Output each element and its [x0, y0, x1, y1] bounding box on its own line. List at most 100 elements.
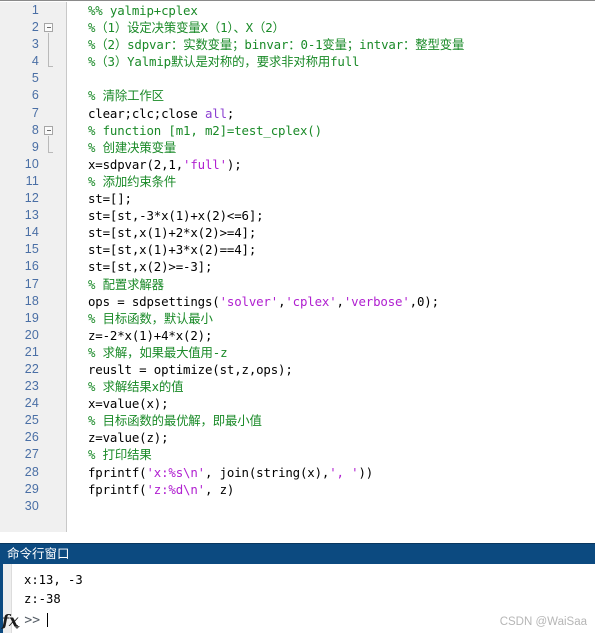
- code-line[interactable]: %（2）sdpvar：实数变量；binvar：0-1变量；intvar：整型变量: [67, 36, 595, 53]
- code-token: % function [m1, m2]=test_cplex(): [88, 122, 322, 138]
- chevron-down-icon[interactable]: [14, 625, 21, 629]
- code-token: % 求解，如果最大值用-z: [88, 344, 228, 360]
- line-number-row: 15: [0, 241, 66, 258]
- code-line[interactable]: st=[st,x(2)>=-3];: [67, 258, 595, 275]
- line-number: 14: [24, 225, 39, 240]
- code-line[interactable]: %% yalmip+cplex: [67, 2, 595, 19]
- code-token: x=sdpvar(2,1,: [88, 156, 184, 172]
- code-line[interactable]: %（3）Yalmip默认是对称的，要求非对称用full: [67, 53, 595, 70]
- code-line[interactable]: [67, 498, 595, 515]
- line-number: 24: [24, 396, 39, 411]
- code-line[interactable]: x=sdpvar(2,1,'full');: [67, 156, 595, 173]
- line-number-gutter[interactable]: 1 2 3 4 5 6 7 8 9 10 11 12 13 14 15 16 17 18 19 20 21 22 23 24 2…: [0, 2, 67, 532]
- line-number: 17: [24, 276, 39, 291]
- code-token: reuslt = optimize(st,z,ops);: [88, 361, 293, 377]
- line-number: 23: [24, 379, 39, 394]
- line-number-row: 8: [0, 122, 66, 139]
- code-text-area[interactable]: %% yalmip+cplex %（1）设定决策变量X（1）、X（2） %（2）sd…: [67, 2, 595, 532]
- line-number: 30: [24, 498, 39, 513]
- command-prompt-row[interactable]: fx >>: [2, 609, 49, 631]
- line-number: 7: [31, 105, 39, 120]
- line-number-row: 29: [0, 481, 66, 498]
- code-line[interactable]: st=[st,x(1)+3*x(2)==4];: [67, 241, 595, 258]
- code-line[interactable]: % 添加约束条件: [67, 173, 595, 190]
- line-number-row: 2: [0, 19, 66, 36]
- code-line[interactable]: z=value(z);: [67, 429, 595, 446]
- line-number: 26: [24, 430, 39, 445]
- line-number-row: 26: [0, 429, 66, 446]
- code-token: % 求解结果x的值: [88, 379, 184, 395]
- line-number-row: 10: [0, 156, 66, 173]
- code-line[interactable]: st=[st,x(1)+2*x(2)>=4];: [67, 224, 595, 241]
- code-token: fprintf(: [88, 464, 147, 480]
- code-token: st=[];: [88, 191, 132, 207]
- line-number: 9: [31, 139, 39, 154]
- code-fold-collapse-icon[interactable]: [44, 125, 53, 135]
- line-number: 18: [24, 293, 39, 308]
- line-number-row: 14: [0, 224, 66, 241]
- line-number-row: 24: [0, 395, 66, 412]
- code-line[interactable]: ops = sdpsettings('solver','cplex','verb…: [67, 293, 595, 310]
- command-window-titlebar[interactable]: 命令行窗口: [0, 543, 595, 564]
- code-token: )): [358, 464, 374, 480]
- line-number-row: 3: [0, 36, 66, 53]
- code-line[interactable]: fprintf('z:%d\n', z): [67, 481, 595, 498]
- line-number: 22: [24, 361, 39, 376]
- code-fold-range-line: [48, 135, 49, 152]
- code-line[interactable]: % 打印结果: [67, 446, 595, 463]
- line-number: 28: [24, 464, 39, 479]
- code-line[interactable]: % 清除工作区: [67, 87, 595, 104]
- line-number: 13: [24, 208, 39, 223]
- code-fold-collapse-icon[interactable]: [44, 23, 53, 33]
- code-line[interactable]: reuslt = optimize(st,z,ops);: [67, 361, 595, 378]
- line-number-row: 17: [0, 276, 66, 293]
- line-number: 29: [24, 481, 39, 496]
- line-number-row: 1: [0, 2, 66, 19]
- fx-function-browser-icon[interactable]: fx: [2, 611, 21, 630]
- code-token: %（2）sdpvar：实数变量；binvar：0-1变量；intvar：整型变量: [88, 37, 465, 53]
- line-number-row: 6: [0, 87, 66, 104]
- line-number: 2: [31, 20, 39, 35]
- code-token: clear;clc;close: [88, 105, 205, 121]
- code-line[interactable]: % 创建决策变量: [67, 139, 595, 156]
- line-number: 16: [24, 259, 39, 274]
- code-line[interactable]: % 目标函数，默认最小: [67, 310, 595, 327]
- code-token: %% yalmip+cplex: [88, 3, 198, 18]
- line-number-row: 27: [0, 446, 66, 463]
- code-line[interactable]: % function [m1, m2]=test_cplex(): [67, 122, 595, 139]
- code-token: % 清除工作区: [88, 88, 164, 104]
- line-number: 5: [31, 71, 39, 86]
- code-line[interactable]: st=[];: [67, 190, 595, 207]
- code-line[interactable]: % 配置求解器: [67, 276, 595, 293]
- editor-body: 1 2 3 4 5 6 7 8 9 10 11 12 13 14 15 16 17 18 19 20 21 22 23 24 2…: [0, 2, 595, 532]
- code-token: 'full': [183, 156, 227, 172]
- code-line[interactable]: x=value(x);: [67, 395, 595, 412]
- code-token: % 创建决策变量: [88, 139, 177, 155]
- command-output-line: z:-38: [24, 592, 61, 606]
- line-number: 8: [31, 122, 39, 137]
- code-token: % 打印结果: [88, 447, 152, 463]
- code-token: ,: [336, 293, 344, 309]
- code-token: 'verbose': [343, 293, 410, 309]
- line-number-row: 9: [0, 139, 66, 156]
- code-token: % 目标函数，默认最小: [88, 310, 213, 326]
- code-line[interactable]: % 求解结果x的值: [67, 378, 595, 395]
- code-line[interactable]: fprintf('x:%s\n', join(string(x),', ')): [67, 464, 595, 481]
- line-number-row: 20: [0, 327, 66, 344]
- code-line[interactable]: %（1）设定决策变量X（1）、X（2）: [67, 19, 595, 36]
- code-line[interactable]: % 目标函数的最优解，即最小值: [67, 412, 595, 429]
- prompt-chevron-icon: >>: [24, 612, 41, 628]
- code-token: st=[st,x(1)+3*x(2)==4];: [88, 242, 257, 258]
- code-line[interactable]: clear;clc;close all;: [67, 105, 595, 122]
- code-token: z=-2*x(1)+4*x(2);: [88, 327, 213, 343]
- line-number-row: 5: [0, 70, 66, 87]
- code-line[interactable]: z=-2*x(1)+4*x(2);: [67, 327, 595, 344]
- editor-panel: 1 2 3 4 5 6 7 8 9 10 11 12 13 14 15 16 17 18 19 20 21 22 23 24 2…: [0, 0, 595, 543]
- code-line[interactable]: st=[st,-3*x(1)+x(2)<=6];: [67, 207, 595, 224]
- code-line[interactable]: % 求解，如果最大值用-z: [67, 344, 595, 361]
- code-token: st=[st,x(2)>=-3];: [88, 259, 213, 275]
- code-line[interactable]: [67, 70, 595, 87]
- watermark-label: CSDN @WaiSaa: [499, 616, 587, 628]
- line-number-row: 18: [0, 293, 66, 310]
- line-number: 25: [24, 413, 39, 428]
